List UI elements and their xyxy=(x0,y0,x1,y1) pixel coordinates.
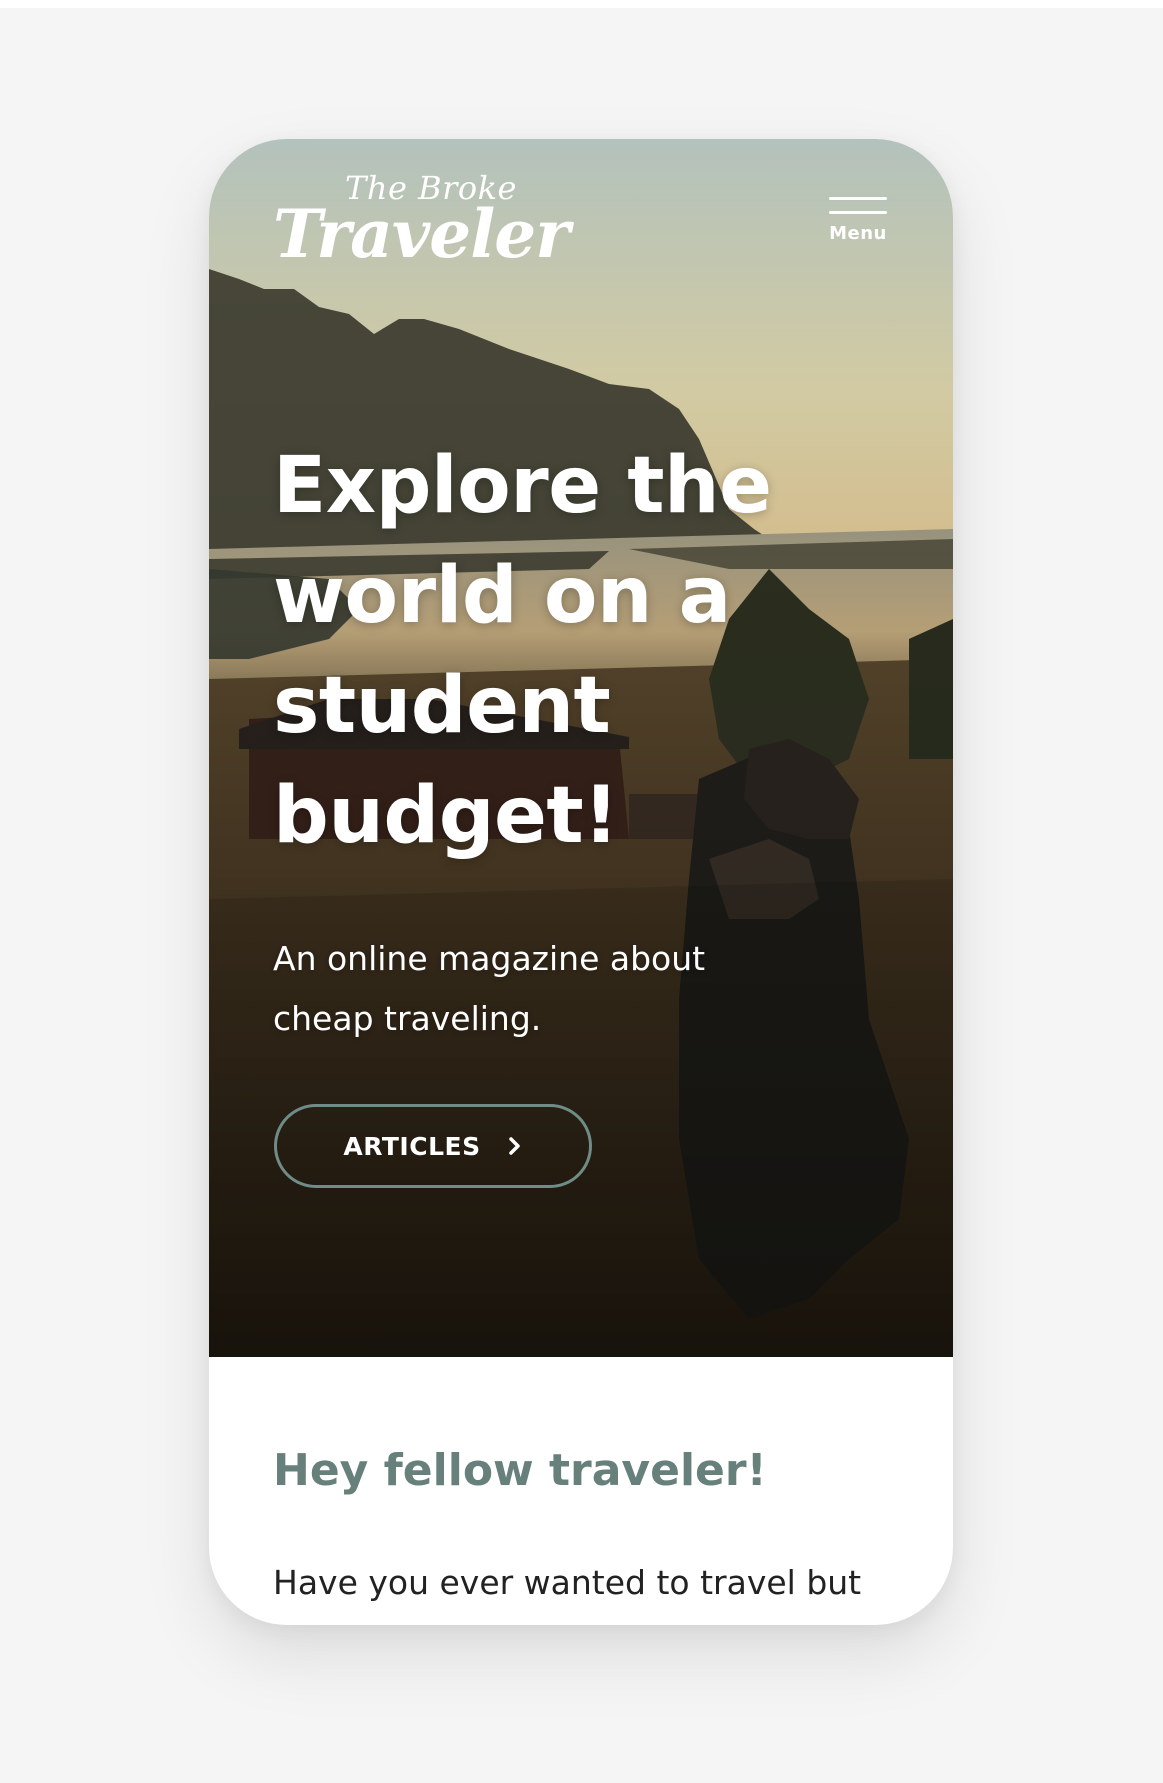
phone-frame: The Broke Traveler Menu Explore the worl… xyxy=(209,139,953,1625)
articles-button[interactable]: ARTICLES xyxy=(274,1104,592,1188)
page-top-edge xyxy=(0,0,1163,8)
logo-big-text: Traveler xyxy=(273,195,570,273)
hero-subtitle: An online magazine about cheap traveling… xyxy=(273,939,706,1038)
site-logo[interactable]: The Broke Traveler xyxy=(273,167,570,277)
intro-paragraph: Have you ever wanted to travel but xyxy=(273,1563,862,1602)
menu-button[interactable]: Menu xyxy=(827,195,889,251)
chevron-right-icon xyxy=(508,1137,520,1155)
intro-heading: Hey fellow traveler! xyxy=(273,1445,767,1496)
articles-button-label: ARTICLES xyxy=(343,1131,481,1161)
hamburger-icon xyxy=(829,195,887,217)
hero-headline: Explore the world on a student budget! xyxy=(273,441,772,861)
hero-section: The Broke Traveler Menu Explore the worl… xyxy=(209,139,953,1357)
menu-label: Menu xyxy=(829,223,887,244)
